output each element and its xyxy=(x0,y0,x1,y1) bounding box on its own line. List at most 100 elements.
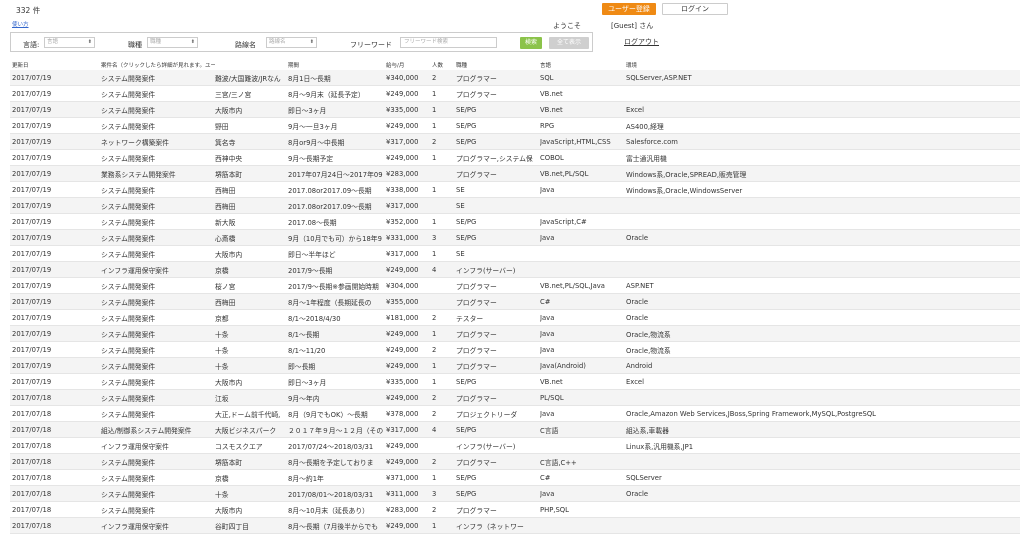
col-language xyxy=(540,245,626,262)
duty-select[interactable]: 職種 ⬍ xyxy=(147,37,198,48)
col-environment: Excel xyxy=(626,101,1020,118)
col-title[interactable]: ネットワーク構築案件 xyxy=(101,133,215,150)
register-button[interactable]: ユーザー登録 xyxy=(602,3,656,15)
col-title[interactable]: システム開発案件 xyxy=(101,70,215,86)
table-row[interactable]: 2017/07/19 システム開発案件 西神中央 9月～長期予定 ¥249,000 1 プロ… xyxy=(10,149,1020,166)
col-people: 2 xyxy=(432,341,456,358)
table-row[interactable]: 2017/07/19 システム開発案件 西梅田 2017.08or2017.09～長期… xyxy=(10,197,1020,214)
col-salary: ¥352,000 xyxy=(386,213,432,230)
job-table: 更新日 案件名（クリックしたら詳細が見れます。ユーザーのみ） 期間 給与/月 人数 職種 言… xyxy=(10,60,1020,534)
table-row[interactable]: 2017/07/19 システム開発案件 京都 8/1～2018/4/30 ¥181,00… xyxy=(10,309,1020,326)
col-title[interactable]: システム開発案件 xyxy=(101,149,215,166)
col-duty: SE/PG xyxy=(456,373,540,390)
logout-link[interactable]: ログアウト xyxy=(624,37,659,47)
table-row[interactable]: 2017/07/18 インフラ運用保守案件 コスモスクエア 2017/07/24～20… xyxy=(10,437,1020,454)
table-row[interactable]: 2017/07/19 システム開発案件 十条 8/1～11/20 ¥249,000 2 プロ… xyxy=(10,341,1020,358)
col-title[interactable]: インフラ運用保守案件 xyxy=(101,437,215,454)
table-row[interactable]: 2017/07/19 システム開発案件 心斎橋 9月（10月でも可）から18年9 ¥33… xyxy=(10,229,1020,246)
col-location: 十条 xyxy=(215,325,288,342)
col-duty: プログラマー,システム保 xyxy=(456,149,540,166)
col-updated: 2017/07/19 xyxy=(10,373,101,390)
col-title[interactable]: システム開発案件 xyxy=(101,341,215,358)
line-select[interactable]: 路線名 ⬍ xyxy=(266,37,317,48)
col-environment: Windows系,Oracle,WindowsServer xyxy=(626,181,1020,198)
col-title[interactable]: システム開発案件 xyxy=(101,309,215,326)
col-title[interactable]: システム開発案件 xyxy=(101,357,215,374)
col-language: Java xyxy=(540,309,626,326)
col-period: 9月～年内 xyxy=(288,389,386,406)
table-row[interactable]: 2017/07/19 システム開発案件 大阪市内 即日～半年ほど ¥317,000 1 SE xyxy=(10,245,1020,262)
login-button[interactable]: ログイン xyxy=(662,3,728,15)
col-title[interactable]: システム開発案件 xyxy=(101,213,215,230)
col-title[interactable]: システム開発案件 xyxy=(101,373,215,390)
table-row[interactable]: 2017/07/18 システム開発案件 大正,ドーム前千代崎, 8月（9月でもOK）～… xyxy=(10,405,1020,422)
col-title[interactable]: システム開発案件 xyxy=(101,117,215,134)
table-row[interactable]: 2017/07/18 システム開発案件 堺筋本町 8月～長期を予定しておりま ¥249,… xyxy=(10,453,1020,470)
language-select[interactable]: 言語 ⬍ xyxy=(44,37,95,48)
col-title[interactable]: システム開発案件 xyxy=(101,85,215,102)
col-title[interactable]: システム開発案件 xyxy=(101,277,215,294)
table-row[interactable]: 2017/07/19 システム開発案件 野田 9月～一旦3ヶ月 ¥249,000 1 SE/… xyxy=(10,117,1020,134)
table-row[interactable]: 2017/07/19 システム開発案件 難波/大国難波/JRなん 8月1日～長期 ¥34… xyxy=(10,70,1020,86)
table-row[interactable]: 2017/07/19 ネットワーク構築案件 箕名寺 8月or9月～中長期 ¥317,00… xyxy=(10,133,1020,150)
col-title[interactable]: システム開発案件 xyxy=(101,389,215,406)
col-period: 8月～長期を予定しておりま xyxy=(288,453,386,470)
col-location: 十条 xyxy=(215,341,288,358)
col-location: 京橋 xyxy=(215,469,288,486)
table-row[interactable]: 2017/07/18 システム開発案件 京橋 8月～約1年 ¥371,000 1 SE/PG… xyxy=(10,469,1020,486)
col-title[interactable]: システム開発案件 xyxy=(101,453,215,470)
table-row[interactable]: 2017/07/19 システム開発案件 新大阪 2017.08～長期 ¥352,000 1… xyxy=(10,213,1020,230)
col-period: 2017/9～長期 xyxy=(288,261,386,278)
col-environment-header: 環境 xyxy=(626,63,638,69)
col-title[interactable]: システム開発案件 xyxy=(101,197,215,214)
freeword-input[interactable]: フリーワード検索 xyxy=(400,37,497,48)
col-salary: ¥249,000 xyxy=(386,389,432,406)
table-row[interactable]: 2017/07/19 システム開発案件 十条 即～長期 ¥249,000 1 プログラマー J… xyxy=(10,357,1020,374)
help-link[interactable]: 使い方 xyxy=(12,20,29,28)
table-row[interactable]: 2017/07/18 組込/制御系システム開発案件 大阪ビジネスパーク ２０１７年９月… xyxy=(10,421,1020,438)
col-title[interactable]: システム開発案件 xyxy=(101,325,215,342)
col-title[interactable]: インフラ運用保守案件 xyxy=(101,517,215,534)
col-environment: Oracle xyxy=(626,309,1020,326)
table-row[interactable]: 2017/07/18 インフラ運用保守案件 谷町四丁目 8月～長期（7月後半からでも ¥… xyxy=(10,517,1020,534)
col-title[interactable]: システム開発案件 xyxy=(101,101,215,118)
table-row[interactable]: 2017/07/19 システム開発案件 三宮/三ノ宮 8月～9月末（延長予定） ¥249… xyxy=(10,85,1020,102)
col-title[interactable]: インフラ運用保守案件 xyxy=(101,261,215,278)
col-duty: SE/PG xyxy=(456,117,540,134)
col-language xyxy=(540,437,626,454)
col-duty-header: 職種 xyxy=(456,63,468,69)
col-title[interactable]: システム開発案件 xyxy=(101,181,215,198)
table-row[interactable]: 2017/07/19 システム開発案件 大阪市内 即日～3ヶ月 ¥335,000 1 SE/… xyxy=(10,101,1020,118)
show-all-button[interactable]: 全て表示 xyxy=(549,37,589,49)
col-period-header: 期間 xyxy=(288,63,300,69)
table-row[interactable]: 2017/07/19 インフラ運用保守案件 京橋 2017/9～長期 ¥249,000 4… xyxy=(10,261,1020,278)
col-duty: プログラマー xyxy=(456,277,540,294)
table-row[interactable]: 2017/07/18 システム開発案件 十条 2017/08/01～2018/03/3… xyxy=(10,485,1020,502)
search-button[interactable]: 検索 xyxy=(520,37,542,49)
table-row[interactable]: 2017/07/19 業務系システム開発案件 堺筋本町 2017年07月24日～201… xyxy=(10,165,1020,182)
col-period: 9月～長期予定 xyxy=(288,149,386,166)
col-title[interactable]: 組込/制御系システム開発案件 xyxy=(101,421,215,438)
col-title[interactable]: システム開発案件 xyxy=(101,469,215,486)
table-row[interactable]: 2017/07/18 システム開発案件 江坂 9月～年内 ¥249,000 2 プログラマー… xyxy=(10,389,1020,406)
col-title[interactable]: システム開発案件 xyxy=(101,485,215,502)
col-period: 2017/9～長期※参画開始時期 xyxy=(288,277,386,294)
col-title[interactable]: システム開発案件 xyxy=(101,293,215,310)
col-title[interactable]: システム開発案件 xyxy=(101,405,215,422)
table-row[interactable]: 2017/07/19 システム開発案件 十条 8/1～長期 ¥249,000 1 プログラマ… xyxy=(10,325,1020,342)
col-people: 2 xyxy=(432,405,456,422)
table-row[interactable]: 2017/07/19 システム開発案件 大阪市内 即日～3ヶ月 ¥335,000 1 SE/… xyxy=(10,373,1020,390)
line-select-value: 路線名 xyxy=(269,39,286,45)
col-people: 1 xyxy=(432,181,456,198)
col-title[interactable]: システム開発案件 xyxy=(101,229,215,246)
table-row[interactable]: 2017/07/19 システム開発案件 西梅田 2017.08or2017.09～長期… xyxy=(10,181,1020,198)
col-people: 1 xyxy=(432,517,456,534)
col-title[interactable]: システム開発案件 xyxy=(101,245,215,262)
col-period: 9月（10月でも可）から18年9 xyxy=(288,229,386,246)
table-row[interactable]: 2017/07/19 システム開発案件 西梅田 8月～1年程度（長期延長の ¥355,0… xyxy=(10,293,1020,310)
col-updated: 2017/07/18 xyxy=(10,469,101,486)
col-duty: SE/PG xyxy=(456,133,540,150)
col-title[interactable]: 業務系システム開発案件 xyxy=(101,165,215,182)
col-salary-header: 給与/月 xyxy=(386,63,405,69)
table-row[interactable]: 2017/07/19 システム開発案件 桜ノ宮 2017/9～長期※参画開始時期 ¥30… xyxy=(10,277,1020,294)
